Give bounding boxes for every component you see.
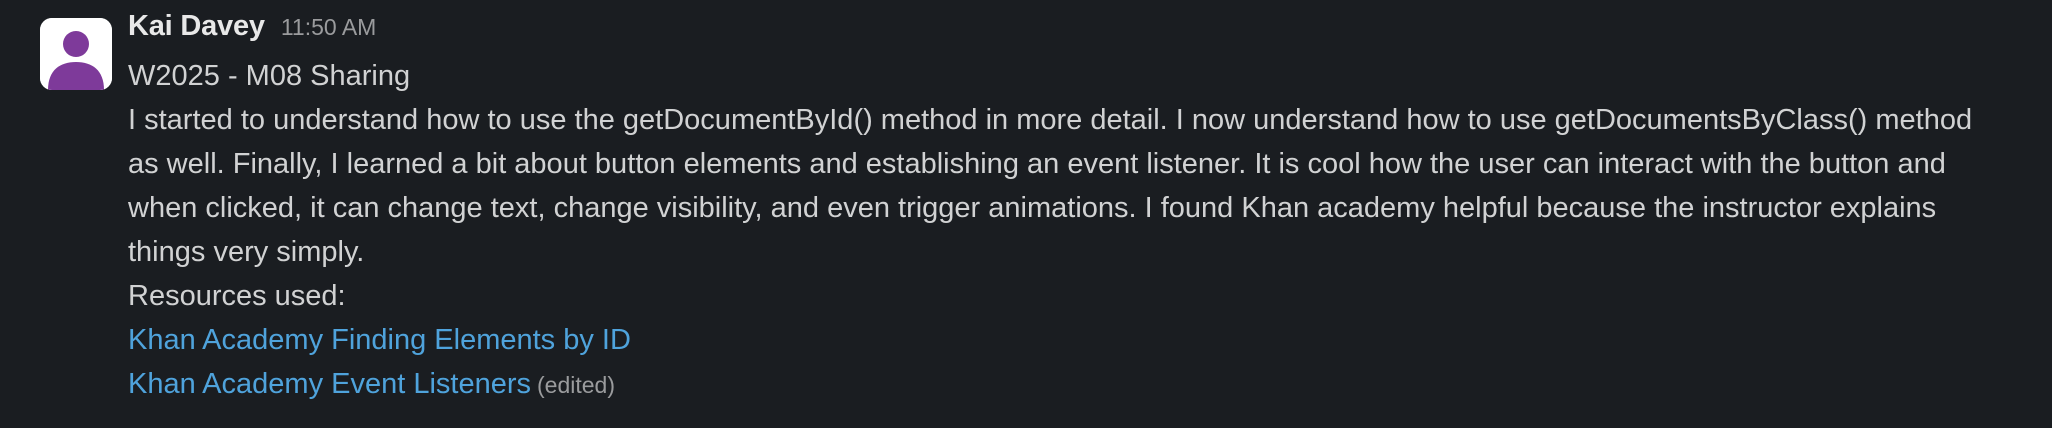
message-timestamp[interactable]: 11:50 AM — [281, 14, 376, 41]
message-title: W2025 - M08 Sharing — [128, 60, 411, 92]
resources-label: Resources used: — [128, 280, 346, 312]
resource-link-row: Khan Academy Finding Elements by ID — [128, 318, 2028, 362]
resource-link-finding-elements[interactable]: Khan Academy Finding Elements by ID — [128, 324, 631, 356]
author-name[interactable]: Kai Davey — [128, 10, 265, 43]
message-body-line: I started to understand how to use the g… — [128, 104, 1973, 136]
resource-link-event-listeners[interactable]: Khan Academy Event Listeners — [128, 368, 531, 400]
message-body-line: when clicked, it can change text, change… — [128, 192, 1937, 224]
message: Kai Davey 11:50 AM W2025 - M08 Sharing I… — [0, 0, 2052, 428]
message-body-line: as well. Finally, I learned a bit about … — [128, 148, 1946, 180]
edited-label: (edited) — [537, 372, 615, 398]
message-header: Kai Davey 11:50 AM — [128, 10, 2028, 54]
avatar[interactable] — [40, 18, 112, 90]
message-content: Kai Davey 11:50 AM W2025 - M08 Sharing I… — [128, 10, 2028, 407]
message-body-line: things very simply. — [128, 236, 365, 268]
resource-link-row: Khan Academy Event Listeners (edited) — [128, 362, 2028, 407]
user-silhouette-icon — [40, 18, 112, 90]
